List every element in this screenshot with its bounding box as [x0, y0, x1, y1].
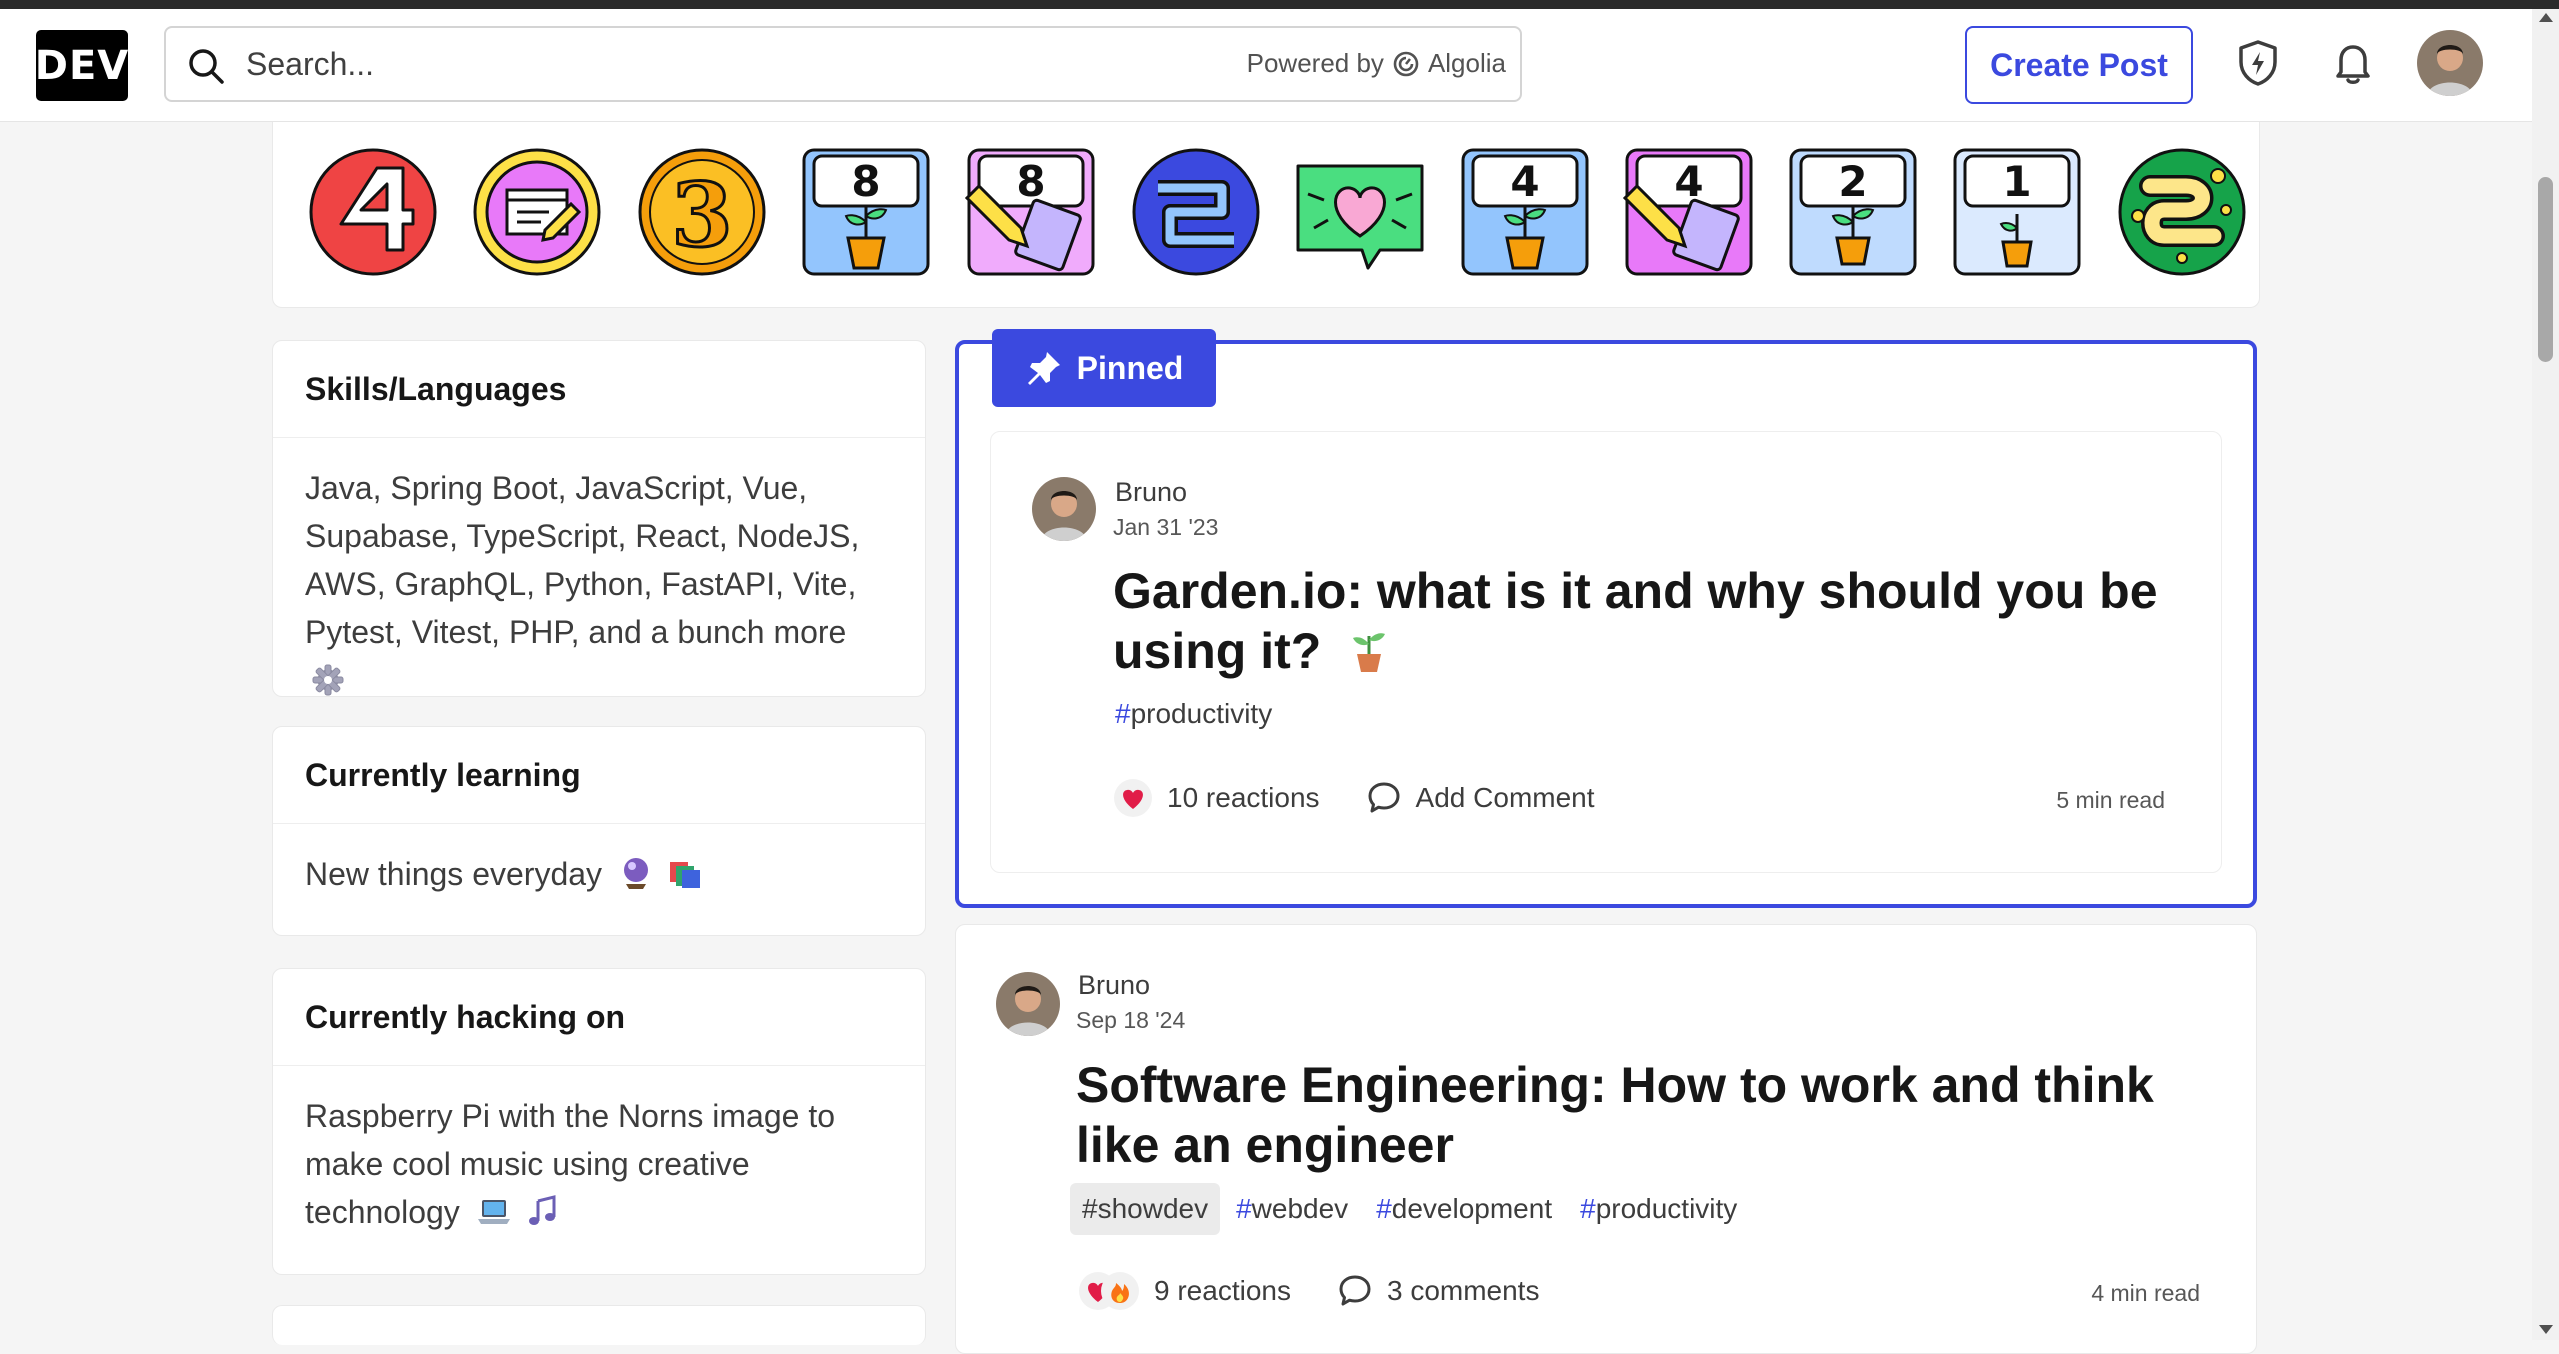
post-date[interactable]: Sep 18 '24 [1076, 1007, 1185, 1034]
2-week-community-wellness-badge[interactable]: 2 [1787, 146, 1919, 278]
skills-text: Java, Spring Boot, JavaScript, Vue, Supa… [305, 470, 860, 650]
tag-productivity[interactable]: #productivity [1103, 688, 1284, 740]
dev-logo[interactable]: DEV [35, 30, 128, 101]
currently-hacking-title: Currently hacking on [273, 969, 925, 1066]
scroll-up-arrow-icon[interactable] [2539, 13, 2553, 22]
8-week-community-wellness-badge[interactable]: 8 [800, 146, 932, 278]
post-actions: 10 reactions Add Comment [1113, 778, 1641, 818]
algolia-icon [1393, 51, 1419, 76]
post-card[interactable]: Bruno Sep 18 '24 Software Engineering: H… [955, 924, 2257, 1354]
create-post-button[interactable]: Create Post [1965, 26, 2193, 104]
currently-hacking-text: Raspberry Pi with the Norns image to mak… [305, 1098, 835, 1230]
notifications-bell-icon[interactable] [2323, 33, 2383, 93]
moderation-shield-icon[interactable] [2228, 33, 2288, 93]
post-title-text[interactable]: Garden.io: what is it and why should you… [1113, 563, 2158, 679]
pinned-post-card[interactable]: Bruno Jan 31 '23 Garden.io: what is it a… [990, 431, 2222, 873]
search-bar[interactable]: Powered by Algolia [164, 26, 1522, 102]
fire-reaction-icon [1101, 1272, 1139, 1310]
music-notes-emoji-icon [528, 1195, 556, 1225]
post-read-time: 5 min read [2056, 787, 2165, 813]
heart-reaction-icon [1114, 779, 1152, 817]
post-title[interactable]: Garden.io: what is it and why should you… [1113, 561, 2163, 681]
comments-count: 3 comments [1386, 1275, 1540, 1306]
writing-debut-badge[interactable] [471, 146, 603, 278]
tag-showdev[interactable]: #showdev [1070, 1183, 1221, 1235]
gear-emoji-icon [312, 664, 344, 696]
currently-hacking-card: Currently hacking on Raspberry Pi with t… [272, 968, 926, 1275]
books-emoji-icon [669, 862, 700, 888]
post-author-name[interactable]: Bruno [1078, 970, 1150, 1001]
post-actions: 9 reactions 3 comments [1078, 1271, 1585, 1311]
page-scrollbar[interactable] [2532, 9, 2559, 1340]
search-input[interactable] [246, 42, 1146, 86]
algolia-label: Algolia [1427, 48, 1506, 78]
comment-icon [1368, 782, 1400, 813]
currently-learning-text: New things everyday [305, 856, 603, 892]
currently-hacking-body: Raspberry Pi with the Norns image to mak… [273, 1066, 925, 1262]
tag-development[interactable]: #development [1364, 1183, 1564, 1235]
post-date[interactable]: Jan 31 '23 [1113, 514, 1218, 541]
pin-icon [1027, 352, 1060, 385]
add-comment-label: Add Comment [1415, 782, 1595, 813]
post-tags: #productivity [1103, 688, 1284, 740]
post-title[interactable]: Software Engineering: How to work and th… [1076, 1055, 2236, 1175]
currently-learning-card: Currently learning New things everyday [272, 726, 926, 936]
2-week-streak-badge[interactable] [1130, 146, 1262, 278]
svg-text:4: 4 [1674, 157, 1703, 206]
3-year-club-badge[interactable]: 3 [636, 146, 768, 278]
reactions-button[interactable]: 9 reactions [1078, 1271, 1291, 1311]
8-week-writing-streak-badge[interactable]: 8 [965, 146, 1097, 278]
browser-top-strip [0, 0, 2559, 9]
search-icon [189, 49, 224, 84]
reactions-count: 10 reactions [1167, 782, 1320, 813]
currently-learning-body: New things everyday [273, 824, 925, 924]
1-week-community-wellness-badge[interactable]: 1 [1951, 146, 2083, 278]
powered-by-label: Powered by [1246, 48, 1384, 78]
add-comment-button[interactable]: Add Comment [1366, 780, 1595, 816]
currently-learning-title: Currently learning [273, 727, 925, 824]
crystal-ball-emoji-icon [623, 858, 648, 889]
svg-text:4: 4 [1510, 157, 1539, 206]
comment-icon [1339, 1275, 1371, 1306]
skills-card: Skills/Languages Java, Spring Boot, Java… [272, 340, 926, 697]
post-author-avatar[interactable] [1032, 477, 1096, 541]
user-avatar[interactable] [2417, 30, 2483, 96]
4-week-streak-badge[interactable] [307, 146, 439, 278]
svg-text:3: 3 [671, 163, 732, 267]
post-author-name[interactable]: Bruno [1115, 477, 1187, 508]
tag-productivity[interactable]: #productivity [1568, 1183, 1749, 1235]
post-tags: #showdev #webdev #development #productiv… [1070, 1183, 1749, 1235]
svg-text:8: 8 [1016, 157, 1045, 206]
post-read-time: 4 min read [2091, 1280, 2200, 1306]
scrollbar-thumb[interactable] [2538, 177, 2553, 362]
powered-by-algolia[interactable]: Powered by Algolia [1247, 48, 1506, 79]
scroll-down-arrow-icon[interactable] [2539, 1325, 2553, 1334]
laptop-emoji-icon [477, 1200, 510, 1224]
badges-card: 3 8 8 4 4 2 1 [272, 122, 2260, 308]
reactions-count: 9 reactions [1154, 1275, 1291, 1306]
pinned-label-text: Pinned [1076, 349, 1184, 386]
post-author-avatar[interactable] [996, 972, 1060, 1036]
first-comment-badge[interactable] [1294, 146, 1426, 278]
4-week-writing-streak-badge[interactable]: 4 [1623, 146, 1755, 278]
svg-text:8: 8 [851, 157, 880, 206]
4-week-community-wellness-badge[interactable]: 4 [1459, 146, 1591, 278]
next-sidebar-card [272, 1305, 926, 1345]
skills-card-title: Skills/Languages [273, 341, 925, 438]
comments-button[interactable]: 3 comments [1337, 1273, 1540, 1309]
reactions-button[interactable]: 10 reactions [1113, 778, 1320, 818]
site-header: DEV Powered by Algolia Create Post [0, 9, 2532, 122]
pinned-label: Pinned [992, 329, 1216, 407]
svg-text:1: 1 [2002, 157, 2031, 206]
svg-text:2: 2 [1838, 157, 1867, 206]
2-year-club-badge[interactable] [2116, 146, 2248, 278]
potted-plant-emoji-icon [1353, 633, 1386, 672]
tag-webdev[interactable]: #webdev [1224, 1183, 1360, 1235]
skills-card-body: Java, Spring Boot, JavaScript, Vue, Supa… [273, 438, 925, 730]
